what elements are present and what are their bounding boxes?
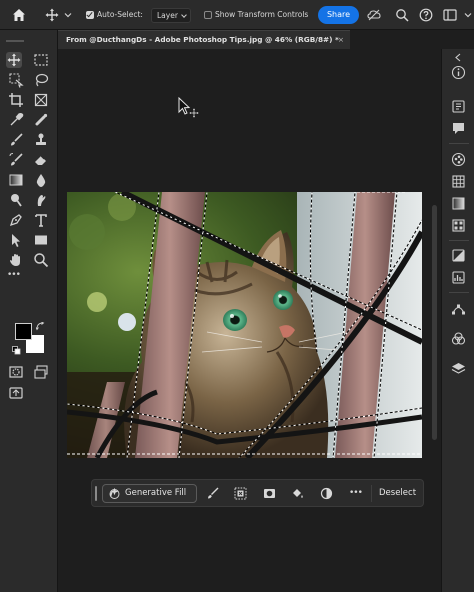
brush-tool-icon[interactable] [8,132,24,148]
vertical-scrollbar[interactable] [432,205,437,440]
foreground-color-swatch[interactable] [15,323,32,340]
color-icon[interactable] [451,152,466,167]
canvas-image[interactable] [67,192,422,458]
move-tool-icon[interactable] [45,8,59,22]
help-icon[interactable] [419,8,433,22]
dodge-tool-icon[interactable] [8,192,24,208]
marquee-tool-icon[interactable] [33,52,49,68]
hand-tool-icon[interactable] [8,252,24,268]
generative-fill-button[interactable]: Generative Fill [102,484,197,503]
swatches-icon[interactable] [451,174,466,189]
dock-separator [449,240,469,241]
fill-selection-icon[interactable] [291,487,304,500]
libraries-icon[interactable] [451,99,466,114]
default-colors-icon[interactable] [12,346,21,355]
workspace-icon[interactable] [443,8,457,22]
more-tools-icon[interactable]: ••• [7,270,21,280]
create-mask-icon[interactable] [263,487,276,500]
options-bar: Auto-Select: Layer Show Transform Contro… [0,0,474,30]
smudge-tool-icon[interactable] [33,192,49,208]
auto-select-target-value: Layer [157,11,178,20]
crop-tool-icon[interactable] [8,92,24,108]
document-title: From @DucthangDs - Adobe Photoshop Tips.… [66,35,339,44]
patterns-icon[interactable] [451,218,466,233]
clone-stamp-tool-icon[interactable] [33,132,49,148]
tools-panel: ••• [0,30,58,592]
contextual-task-bar: Generative Fill ••• Deselect [91,479,424,507]
quick-mask-icon[interactable] [8,364,24,380]
channels-icon[interactable] [451,331,466,346]
modify-selection-brush-icon[interactable] [206,487,219,500]
cloud-sync-icon[interactable] [367,8,381,22]
close-tab-icon[interactable]: × [338,31,344,48]
document-tab[interactable]: From @DucthangDs - Adobe Photoshop Tips.… [58,30,350,49]
blur-tool-icon[interactable] [33,172,49,188]
search-icon[interactable] [395,8,409,22]
dock-separator [449,292,469,293]
adjustments-icon[interactable] [451,248,466,263]
zoom-tool-icon[interactable] [33,252,49,268]
document-tab-bar: From @DucthangDs - Adobe Photoshop Tips.… [58,30,438,49]
eyedropper-tool-icon[interactable] [8,112,24,128]
auto-select-target-dropdown[interactable]: Layer [151,8,191,23]
move-cursor-icon [178,97,200,119]
show-transform-label: Show Transform Controls [215,10,309,19]
pen-tool-icon[interactable] [8,212,24,228]
gradients-icon[interactable] [451,196,466,211]
adjustment-layer-icon[interactable] [320,487,333,500]
right-panel-dock [441,49,474,592]
screen-mode-icon[interactable] [33,364,49,380]
auto-select-checkbox[interactable] [86,11,94,19]
gradient-tool-icon[interactable] [8,172,24,188]
deselect-button[interactable]: Deselect [379,488,416,498]
lasso-tool-icon[interactable] [33,72,49,88]
chevron-down-icon [181,12,187,18]
swap-colors-icon[interactable] [36,322,45,331]
collapse-panels-icon[interactable] [454,53,463,62]
generative-fill-label: Generative Fill [125,488,187,498]
path-selection-tool-icon[interactable] [8,232,24,248]
dock-separator [449,143,469,144]
more-options-icon[interactable]: ••• [349,488,363,498]
rectangle-tool-icon[interactable] [33,232,49,248]
panel-grip[interactable] [6,40,24,42]
share-for-review-icon[interactable] [8,386,24,402]
home-icon[interactable] [11,7,27,23]
properties-icon[interactable] [451,65,466,80]
generative-fill-icon [109,488,120,499]
type-tool-icon[interactable] [33,212,49,228]
frame-tool-icon[interactable] [33,92,49,108]
eraser-tool-icon[interactable] [33,152,49,168]
comments-icon[interactable] [451,121,466,136]
spot-healing-tool-icon[interactable] [33,112,49,128]
taskbar-drag-handle[interactable] [95,486,97,501]
auto-select-label: Auto-Select: [97,10,143,19]
taskbar-divider [371,485,372,502]
histogram-icon[interactable] [451,270,466,285]
object-selection-tool-icon[interactable] [8,72,24,88]
chevron-down-icon[interactable] [463,8,473,22]
layers-icon[interactable] [451,361,466,376]
history-brush-tool-icon[interactable] [8,152,24,168]
tool-preset-chevron-icon[interactable] [64,11,72,19]
show-transform-checkbox[interactable] [204,11,212,19]
invert-selection-icon[interactable] [234,487,247,500]
paths-icon[interactable] [451,301,466,316]
move-tool-icon[interactable] [6,52,22,68]
share-button[interactable]: Share [318,6,359,24]
